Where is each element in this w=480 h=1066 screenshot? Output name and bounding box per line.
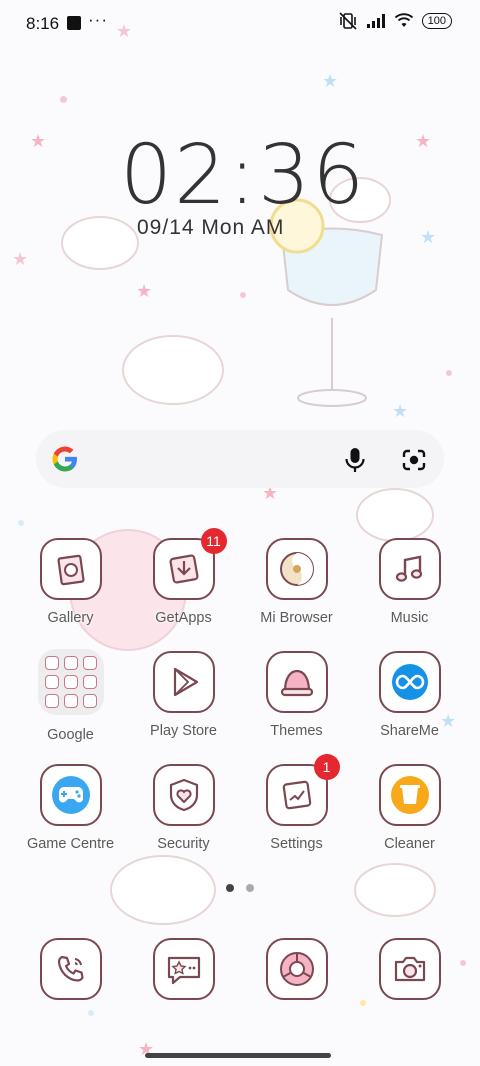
status-time: 8:16 (26, 14, 60, 33)
music-icon (378, 538, 441, 600)
page-indicator (0, 884, 480, 892)
app-cleaner[interactable]: Cleaner (353, 764, 466, 852)
app-label: Gallery (47, 610, 94, 626)
app-mi-browser[interactable]: Mi Browser (240, 538, 353, 626)
dock-chrome[interactable] (240, 938, 353, 1000)
app-play-store[interactable]: Play Store (127, 651, 240, 739)
app-settings[interactable]: 1 Settings (240, 754, 353, 852)
app-gallery[interactable]: Gallery (14, 538, 127, 626)
page-dot[interactable] (246, 884, 254, 892)
app-game-centre[interactable]: Game Centre (14, 764, 127, 852)
folder-icon (37, 649, 104, 715)
security-icon (152, 764, 215, 826)
vibrate-off-icon (339, 12, 357, 30)
page-dot-active[interactable] (226, 884, 234, 892)
google-logo-icon (52, 446, 77, 472)
settings-icon: 1 (265, 754, 340, 826)
dock-camera[interactable] (353, 938, 466, 1000)
play-store-icon (152, 651, 215, 713)
notification-icon (67, 16, 81, 30)
messaging-icon (152, 938, 215, 1000)
app-label: Cleaner (384, 836, 435, 852)
more-notifications-indicator: ··· (88, 10, 108, 29)
app-label: Play Store (150, 723, 217, 739)
google-search-bar[interactable] (36, 430, 444, 488)
wifi-icon (394, 13, 413, 27)
cleaner-icon (378, 764, 441, 826)
chrome-icon (265, 938, 328, 1000)
mic-icon[interactable] (342, 446, 368, 474)
app-label: ShareMe (380, 723, 439, 739)
app-label: Game Centre (26, 836, 115, 852)
app-shareme[interactable]: ShareMe (353, 651, 466, 739)
app-label: Settings (270, 836, 323, 852)
app-label: GetApps (155, 610, 212, 626)
app-folder-google[interactable]: Google (14, 649, 127, 743)
clock-widget-date[interactable]: 09/14 Mon AM (137, 216, 284, 240)
game-centre-icon (39, 764, 102, 826)
gallery-icon (39, 538, 102, 600)
notification-badge: 11 (200, 528, 227, 554)
lens-icon[interactable] (400, 446, 428, 474)
app-label: Google (47, 727, 94, 743)
app-security[interactable]: Security (127, 764, 240, 852)
notification-badge: 1 (313, 754, 340, 780)
app-label: Themes (270, 723, 323, 739)
app-music[interactable]: Music (353, 538, 466, 626)
phone-icon (39, 938, 102, 1000)
getapps-icon: 11 (152, 528, 227, 600)
app-getapps[interactable]: 11 GetApps (127, 528, 240, 626)
home-gesture-bar[interactable] (145, 1053, 331, 1058)
themes-icon (265, 651, 328, 713)
dock-messaging[interactable] (127, 938, 240, 1000)
app-label: Mi Browser (260, 610, 333, 626)
battery-indicator: 100 (421, 13, 452, 29)
app-label: Music (390, 610, 429, 626)
signal-icon (366, 14, 385, 28)
status-bar: 8:16 ··· 100 (0, 0, 480, 46)
dock-phone[interactable] (14, 938, 127, 1000)
app-label: Security (157, 836, 210, 852)
app-themes[interactable]: Themes (240, 651, 353, 739)
clock-widget-time[interactable]: 02:36 (120, 128, 366, 223)
camera-icon (378, 938, 441, 1000)
shareme-icon (378, 651, 441, 713)
browser-icon (265, 538, 328, 600)
